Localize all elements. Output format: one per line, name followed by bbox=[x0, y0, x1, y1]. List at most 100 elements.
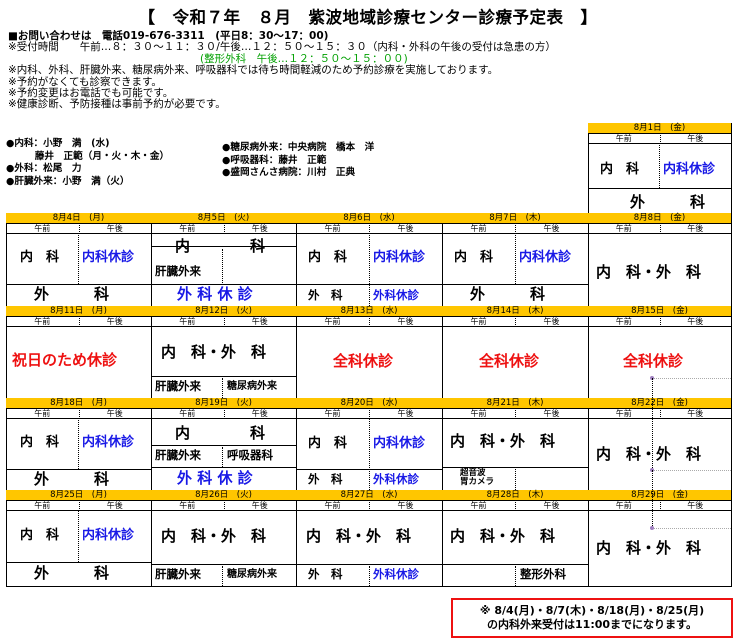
am-pm-row: 午前 午後 bbox=[588, 224, 731, 234]
day-cell-aug14: 8月14日 (木) 午前 午後 全科休診 bbox=[442, 306, 588, 398]
am-label: 午前 bbox=[615, 409, 632, 418]
tonyo-clinic: 糖尿病外来 bbox=[227, 569, 277, 580]
naika-pm-closed: 内科休診 bbox=[82, 250, 135, 265]
date-header: 8月18日 (月) bbox=[6, 398, 151, 409]
date-header: 8月15日 (金) bbox=[588, 306, 731, 317]
note-checkup: ※健康診断、予防接種は事前予約が必要です。 bbox=[8, 98, 226, 111]
am-label: 午前 bbox=[179, 224, 196, 233]
am-pm-row: 午前 午後 bbox=[6, 317, 151, 327]
date-header: 8月11日 (月) bbox=[6, 306, 151, 317]
am-label: 午前 bbox=[324, 501, 341, 510]
date-header: 8月26日 (火) bbox=[151, 490, 296, 501]
pm-label: 午後 bbox=[543, 317, 560, 326]
am-label: 午前 bbox=[179, 409, 196, 418]
am-label: 午前 bbox=[34, 409, 51, 418]
naika-am: 内 科 bbox=[454, 250, 494, 265]
date-header: 8月8日 (金) bbox=[588, 213, 731, 224]
kokyu-clinic: 呼吸器科 bbox=[227, 448, 273, 462]
am-label: 午前 bbox=[470, 317, 487, 326]
geka: 外 科 bbox=[34, 285, 110, 303]
geka-closed: 外 科 休 診 bbox=[177, 285, 253, 303]
doctor-line: 藤井 正範（月・火・木・金） bbox=[6, 150, 170, 162]
date-header: 8月4日 (月) bbox=[6, 213, 151, 224]
date-header: 8月25日 (月) bbox=[6, 490, 151, 501]
naika-geka: 内 科・外 科 bbox=[161, 343, 267, 361]
naika-pm-closed: 内科休診 bbox=[373, 250, 426, 265]
geka-pm-closed: 外科休診 bbox=[373, 472, 419, 486]
am-label: 午前 bbox=[179, 317, 196, 326]
am-label: 午前 bbox=[324, 224, 341, 233]
am-label: 午前 bbox=[34, 501, 51, 510]
date-header: 8月28日 (木) bbox=[442, 490, 588, 501]
am-pm-row: 午前 午後 bbox=[151, 409, 296, 419]
pm-label: 午後 bbox=[397, 409, 414, 418]
date-header: 8月29日 (金) bbox=[588, 490, 731, 501]
holiday-closed: 祝日のため休診 bbox=[12, 351, 118, 369]
am-pm-row: 午前 午後 bbox=[588, 501, 731, 511]
geka-closed: 外 科 休 診 bbox=[177, 469, 253, 487]
date-header: 8月5日 (火) bbox=[151, 213, 296, 224]
am-pm-row: 午前 午後 bbox=[151, 224, 296, 234]
geka: 外 科 bbox=[34, 564, 110, 582]
naika-am: 内 科 bbox=[20, 250, 60, 265]
kanzo-clinic: 肝臓外来 bbox=[155, 379, 201, 393]
day-cell-aug22: 8月22日 (金) 午前 午後 内 科・外 科 bbox=[588, 398, 731, 490]
naika-geka: 内 科・外 科 bbox=[450, 432, 556, 450]
day-cell-aug8: 8月8日 (金) 午前 午後 内 科・外 科 bbox=[588, 213, 731, 306]
date-header: 8月19日 (火) bbox=[151, 398, 296, 409]
geka-am: 外 科 bbox=[308, 567, 343, 581]
pm-label: 午後 bbox=[251, 409, 268, 418]
naika-geka: 内 科・外 科 bbox=[161, 527, 267, 545]
seikei-clinic: 整形外科 bbox=[520, 567, 566, 581]
am-pm-row: 午前 午後 bbox=[588, 317, 731, 327]
am-label: 午前 bbox=[34, 224, 51, 233]
date-header: 8月22日 (金) bbox=[588, 398, 731, 409]
naika-am: 内 科 bbox=[308, 436, 348, 451]
naika-geka: 内 科・外 科 bbox=[450, 527, 556, 545]
geka: 外 科 bbox=[470, 285, 546, 303]
naika-am: 内 科 bbox=[600, 162, 640, 177]
pm-label: 午後 bbox=[251, 317, 268, 326]
date-header: 8月6日 (水) bbox=[296, 213, 442, 224]
am-pm-row: 午前 午後 bbox=[442, 409, 588, 419]
am-label: 午前 bbox=[615, 134, 632, 143]
pm-label: 午後 bbox=[106, 409, 123, 418]
naika-geka: 内 科・外 科 bbox=[306, 527, 412, 545]
am-label: 午前 bbox=[324, 317, 341, 326]
doctor-line: ●呼吸器科：藤井 正範 bbox=[222, 154, 327, 166]
pm-label: 午後 bbox=[251, 501, 268, 510]
day-cell-aug13: 8月13日 (水) 午前 午後 全科休診 bbox=[296, 306, 442, 398]
pm-label: 午後 bbox=[543, 224, 560, 233]
day-cell-aug5: 8月5日 (火) 午前 午後 内 科 肝臓外来 外 科 休 診 bbox=[151, 213, 296, 306]
all-closed: 全科休診 bbox=[479, 352, 540, 370]
pm-label: 午後 bbox=[543, 501, 560, 510]
notice-line1: ※ 8/4(月)・8/7(木)・8/18(月)・8/25(月) bbox=[479, 604, 705, 617]
day-cell-aug12: 8月12日 (火) 午前 午後 内 科・外 科 肝臓外来 糖尿病外来 bbox=[151, 306, 296, 398]
doctor-line: ●外科：松尾 力 bbox=[6, 163, 82, 175]
date-header: 8月21日 (木) bbox=[442, 398, 588, 409]
am-label: 午前 bbox=[470, 224, 487, 233]
pm-label: 午後 bbox=[687, 409, 704, 418]
all-closed: 全科休診 bbox=[333, 352, 394, 370]
geka-pm-closed: 外科休診 bbox=[373, 567, 419, 581]
am-pm-row: 午前 午後 bbox=[296, 501, 442, 511]
note-reservation: ※内科、外科、肝臓外来、糖尿病外来、呼吸器科では待ち時間軽減のため予約診療を実施… bbox=[8, 64, 499, 77]
pm-label: 午後 bbox=[251, 224, 268, 233]
naika-pm-closed: 内科休診 bbox=[663, 162, 716, 177]
naika-am: 内 科 bbox=[308, 250, 348, 265]
pm-label: 午後 bbox=[543, 409, 560, 418]
doctor-line: ●盛岡さんさ病院：川村 正典 bbox=[222, 167, 356, 179]
info-block: ■お問い合わせは 電話019-676-3311 (平日8：30～17：00) ※… bbox=[8, 30, 728, 111]
kanzo-clinic: 肝臓外来 bbox=[155, 448, 201, 462]
naika-am: 内 科 bbox=[20, 528, 60, 543]
notice-line2: の内科外来受付は11:00までになります。 bbox=[487, 618, 697, 631]
am-pm-row: 午前 午後 bbox=[588, 409, 731, 419]
all-closed: 全科休診 bbox=[623, 352, 684, 370]
am-pm-row: 午前 午後 bbox=[442, 501, 588, 511]
pm-label: 午後 bbox=[687, 501, 704, 510]
pm-label: 午後 bbox=[106, 501, 123, 510]
day-cell-aug11: 8月11日 (月) 午前 午後 祝日のため休診 bbox=[6, 306, 151, 398]
am-pm-row: 午前 午後 bbox=[151, 501, 296, 511]
date-header: 8月13日 (水) bbox=[296, 306, 442, 317]
am-label: 午前 bbox=[470, 409, 487, 418]
